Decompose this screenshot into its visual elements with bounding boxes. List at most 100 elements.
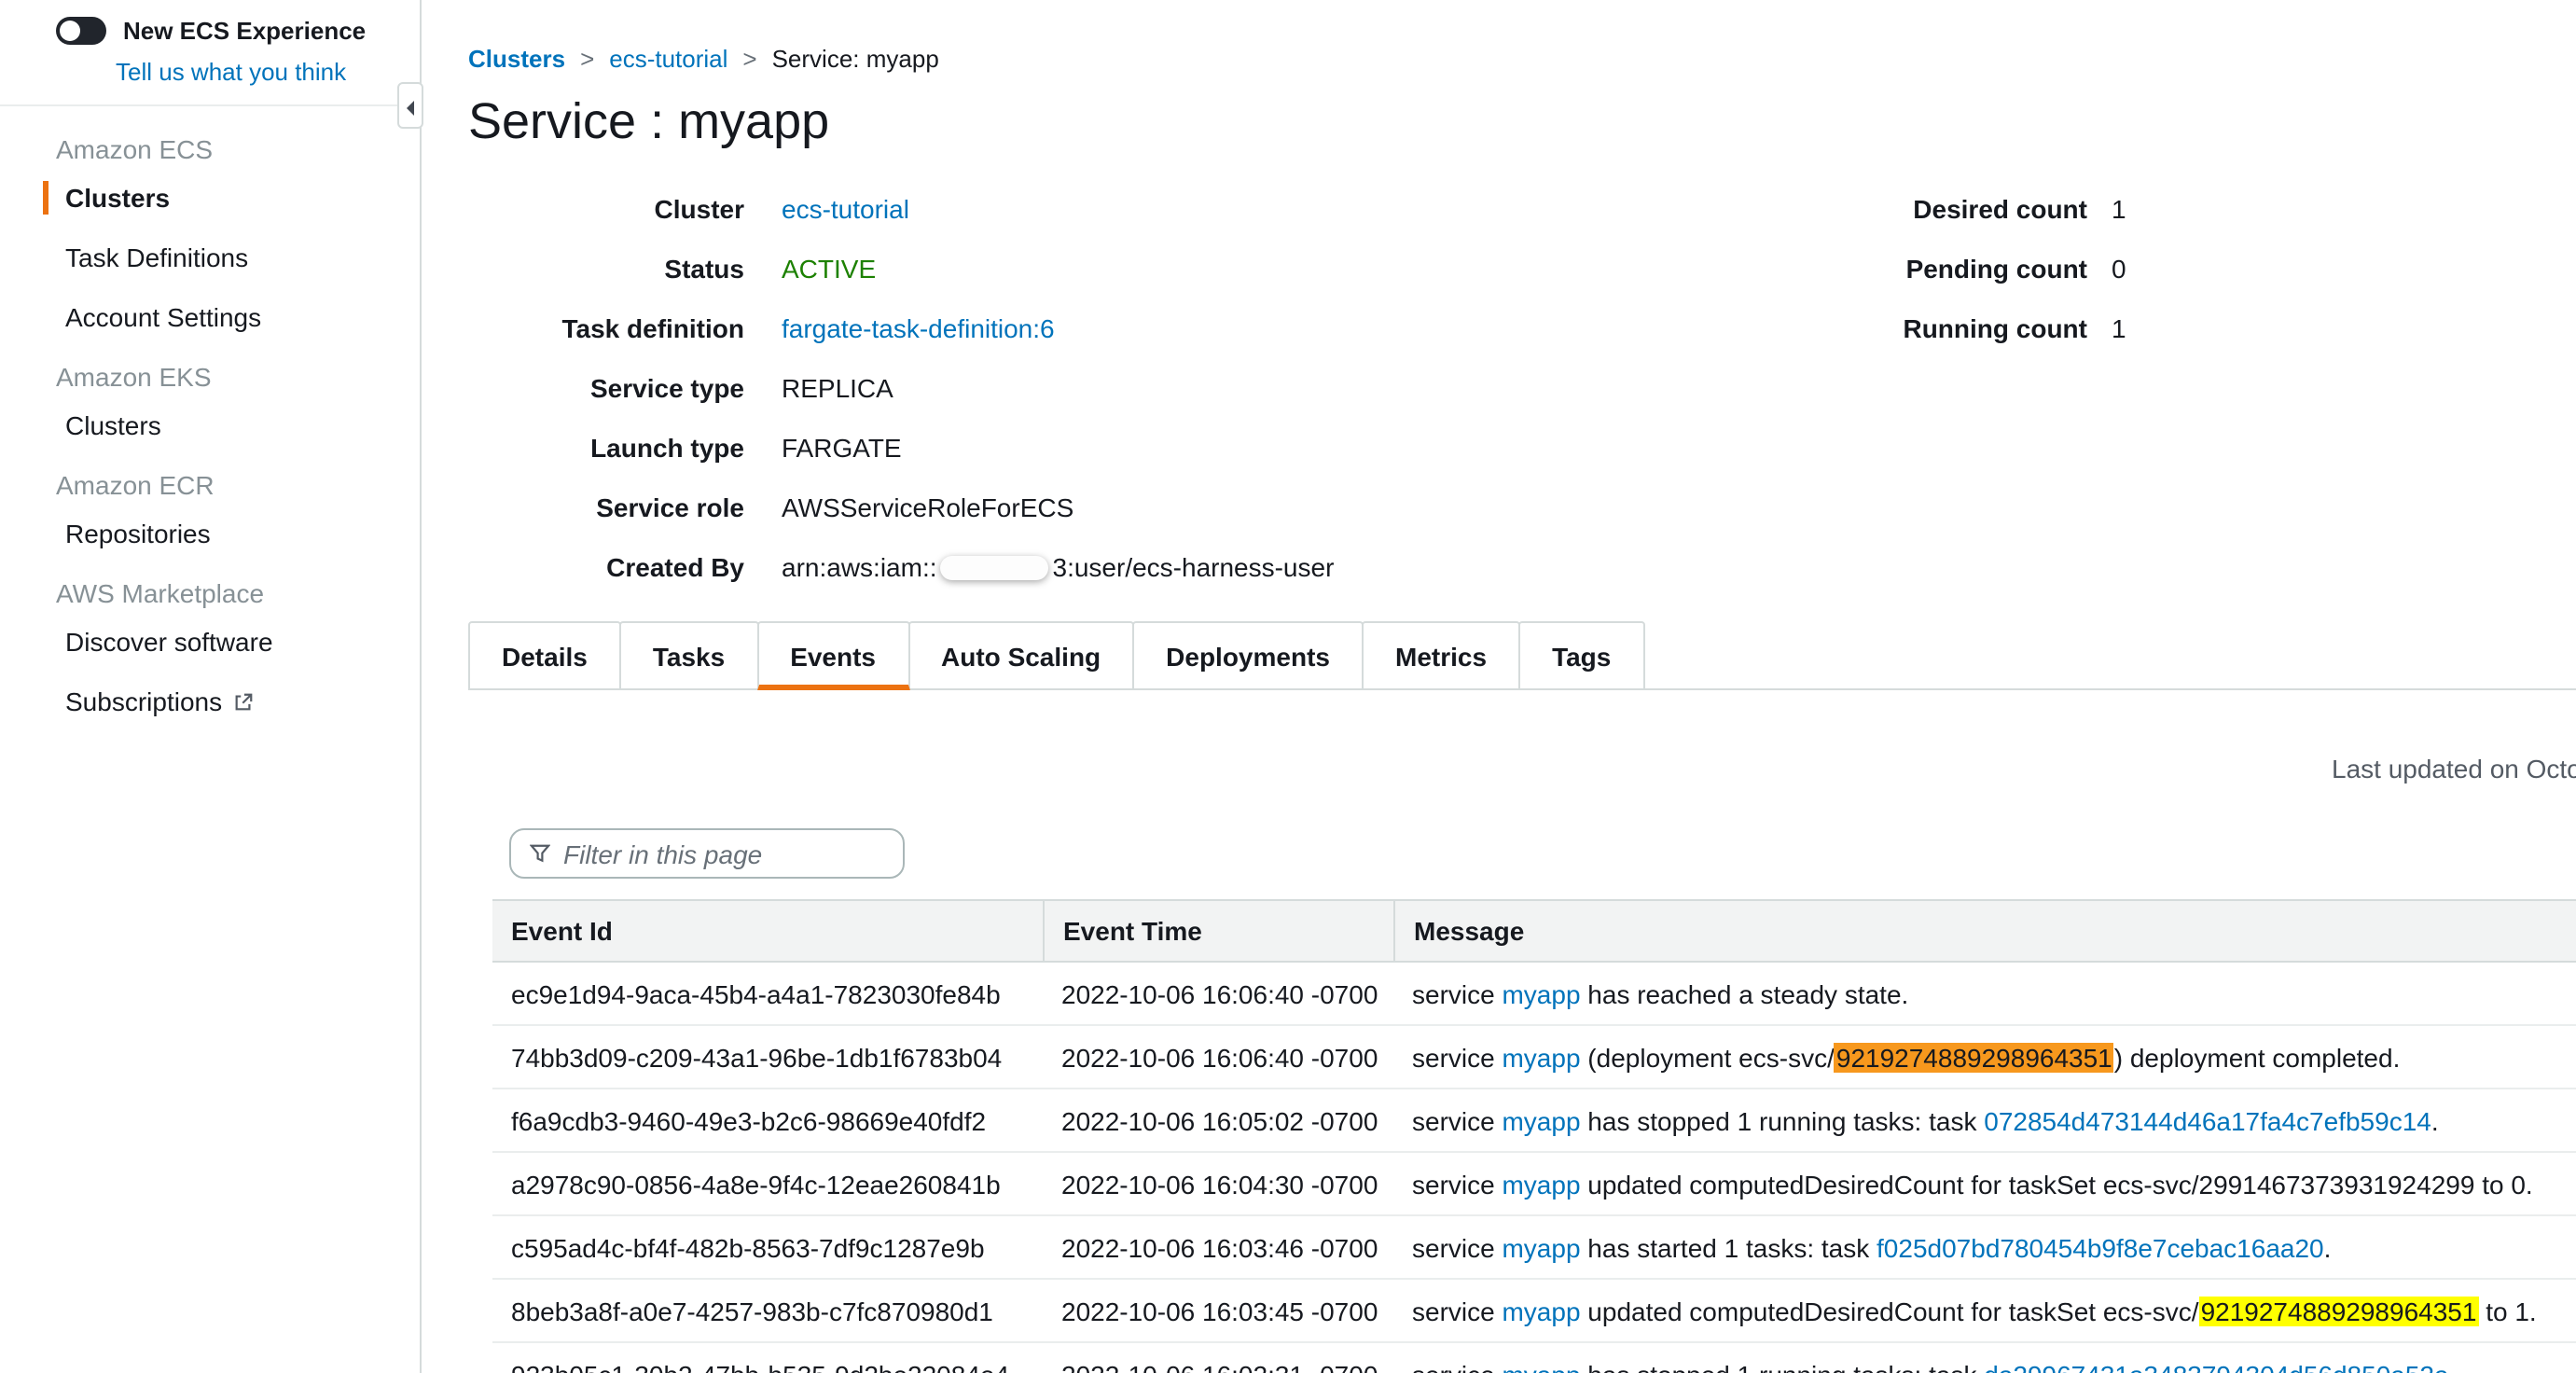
service-details-left: Cluster ecs-tutorial Status ACTIVE Task …	[468, 192, 1334, 610]
sidebar: New ECS Experience Tell us what you thin…	[0, 0, 422, 1373]
detail-label: Status	[468, 252, 744, 285]
events-table-body: ec9e1d94-9aca-45b4-a4a1-7823030fe84b 202…	[492, 963, 2576, 1373]
event-message-link[interactable]: myapp	[1502, 1106, 1580, 1136]
event-row: 923b05c1-30b2-47bb-b535-9d2be22084e4 202…	[492, 1343, 2576, 1373]
pending-count-value: 0	[2112, 252, 2126, 285]
event-id: a2978c90-0856-4a8e-9f4c-12eae260841b	[492, 1153, 1043, 1214]
ecs-console-page: New ECS Experience Tell us what you thin…	[0, 0, 2576, 1373]
sidebar-item-repositories[interactable]: Repositories	[56, 517, 420, 550]
event-message: service myapp has stopped 1 running task…	[1393, 1089, 2576, 1151]
sidebar-item-subscriptions[interactable]: Subscriptions	[56, 685, 420, 720]
status-value: ACTIVE	[782, 252, 876, 285]
collapse-arrow-icon	[405, 90, 416, 120]
tab-details[interactable]: Details	[468, 621, 621, 690]
nav-header-amazon-eks: Amazon EKS	[56, 362, 420, 392]
breadcrumb-separator: >	[580, 45, 594, 73]
filter-input[interactable]	[563, 839, 884, 868]
event-message: service myapp updated computedDesiredCou…	[1393, 1280, 2576, 1341]
event-row: 8beb3a8f-a0e7-4257-983b-c7fc870980d1 202…	[492, 1280, 2576, 1343]
sidebar-top: New ECS Experience Tell us what you thin…	[0, 0, 420, 106]
breadcrumb: Clusters>ecs-tutorial>Service: myapp	[468, 45, 939, 73]
event-message-link[interactable]: myapp	[1502, 1297, 1580, 1326]
event-message-link[interactable]: myapp	[1502, 1170, 1580, 1200]
sidebar-item-clusters-ecs[interactable]: Clusters	[43, 181, 420, 215]
tab-events[interactable]: Events	[756, 621, 909, 690]
redacted-account-id	[941, 556, 1049, 580]
tab-tasks[interactable]: Tasks	[619, 621, 758, 690]
service-type-value: REPLICA	[782, 371, 893, 405]
sidebar-item-clusters-eks[interactable]: Clusters	[56, 409, 420, 442]
detail-row-pending-count: Pending count 0	[1863, 252, 2126, 285]
cluster-link[interactable]: ecs-tutorial	[782, 192, 909, 226]
events-table-header: Event Id Event Time Message	[492, 899, 2576, 963]
event-id: 923b05c1-30b2-47bb-b535-9d2be22084e4	[492, 1343, 1043, 1373]
breadcrumb-ecs-tutorial[interactable]: ecs-tutorial	[609, 45, 727, 73]
event-message-link[interactable]: 072854d473144d46a17fa4c7efb59c14	[1984, 1106, 2431, 1136]
event-time: 2022-10-06 16:03:46 -0700	[1043, 1216, 1393, 1278]
event-message: service myapp has reached a steady state…	[1393, 963, 2576, 1024]
detail-label: Running count	[1863, 312, 2087, 345]
nav-header-amazon-ecs: Amazon ECS	[56, 134, 420, 164]
detail-label: Service role	[468, 491, 744, 524]
search-highlight: 9219274889298964351	[1835, 1043, 2114, 1073]
detail-label: Created By	[468, 550, 744, 584]
event-time: 2022-10-06 16:06:40 -0700	[1043, 963, 1393, 1024]
detail-row-service-role: Service role AWSServiceRoleForECS	[468, 491, 1334, 524]
event-id: 74bb3d09-c209-43a1-96be-1db1f6783b04	[492, 1026, 1043, 1088]
event-message-link[interactable]: da29967431a3483794304d56d850a52a	[1984, 1360, 2448, 1373]
tab-auto-scaling[interactable]: Auto Scaling	[907, 621, 1134, 690]
page-title: Service : myapp	[468, 93, 829, 151]
detail-label: Cluster	[468, 192, 744, 226]
column-header-message: Message	[1393, 901, 2576, 961]
detail-label: Task definition	[468, 312, 744, 345]
event-message: service myapp (deployment ecs-svc/921927…	[1393, 1026, 2576, 1088]
event-row: 74bb3d09-c209-43a1-96be-1db1f6783b04 202…	[492, 1026, 2576, 1089]
tab-tags[interactable]: Tags	[1518, 621, 1644, 690]
desired-count-value: 1	[2112, 192, 2126, 226]
detail-label: Pending count	[1863, 252, 2087, 285]
sidebar-collapse-button[interactable]	[397, 82, 423, 129]
service-tabs: Details Tasks Events Auto Scaling Deploy…	[468, 621, 2576, 690]
event-row: a2978c90-0856-4a8e-9f4c-12eae260841b 202…	[492, 1153, 2576, 1216]
event-time: 2022-10-06 16:03:45 -0700	[1043, 1280, 1393, 1341]
main-content: Clusters>ecs-tutorial>Service: myapp Ser…	[423, 0, 2576, 1373]
event-time: 2022-10-06 16:02:31 -0700	[1043, 1343, 1393, 1373]
event-id: f6a9cdb3-9460-49e3-b2c6-98669e40fdf2	[492, 1089, 1043, 1151]
last-updated-text: Last updated on Octob	[2332, 754, 2576, 784]
breadcrumb-clusters[interactable]: Clusters	[468, 45, 565, 73]
detail-row-launch-type: Launch type FARGATE	[468, 431, 1334, 465]
event-message-link[interactable]: myapp	[1502, 979, 1580, 1009]
detail-row-service-type: Service type REPLICA	[468, 371, 1334, 405]
toggle-knob	[60, 21, 80, 41]
sidebar-item-discover-software[interactable]: Discover software	[56, 625, 420, 659]
event-message-link[interactable]: myapp	[1502, 1233, 1580, 1263]
tab-metrics[interactable]: Metrics	[1362, 621, 1520, 690]
event-message-link[interactable]: myapp	[1502, 1360, 1580, 1373]
nav-header-aws-marketplace: AWS Marketplace	[56, 578, 420, 608]
column-header-event-time: Event Time	[1043, 901, 1393, 961]
search-highlight: 9219274889298964351	[2199, 1297, 2479, 1326]
launch-type-value: FARGATE	[782, 431, 902, 465]
detail-row-cluster: Cluster ecs-tutorial	[468, 192, 1334, 226]
detail-label: Launch type	[468, 431, 744, 465]
event-message: service myapp has started 1 tasks: task …	[1393, 1216, 2576, 1278]
feedback-link[interactable]: Tell us what you think	[116, 58, 346, 86]
detail-row-task-definition: Task definition fargate-task-definition:…	[468, 312, 1334, 345]
event-message-link[interactable]: myapp	[1502, 1043, 1580, 1073]
sidebar-item-task-definitions[interactable]: Task Definitions	[56, 241, 420, 274]
event-time: 2022-10-06 16:05:02 -0700	[1043, 1089, 1393, 1151]
created-by-value: arn:aws:iam::3:user/ecs-harness-user	[782, 550, 1334, 584]
sidebar-nav: Amazon ECS Clusters Task Definitions Acc…	[0, 134, 420, 720]
new-experience-label: New ECS Experience	[123, 17, 366, 45]
sidebar-item-account-settings[interactable]: Account Settings	[56, 300, 420, 334]
detail-row-desired-count: Desired count 1	[1863, 192, 2126, 226]
nav-header-amazon-ecr: Amazon ECR	[56, 470, 420, 500]
new-experience-toggle[interactable]	[56, 17, 106, 45]
event-row: f6a9cdb3-9460-49e3-b2c6-98669e40fdf2 202…	[492, 1089, 2576, 1153]
events-filter[interactable]	[509, 828, 905, 879]
event-id: ec9e1d94-9aca-45b4-a4a1-7823030fe84b	[492, 963, 1043, 1024]
task-definition-link[interactable]: fargate-task-definition:6	[782, 312, 1055, 345]
tab-deployments[interactable]: Deployments	[1132, 621, 1364, 690]
event-time: 2022-10-06 16:04:30 -0700	[1043, 1153, 1393, 1214]
event-message-link[interactable]: f025d07bd780454b9f8e7cebac16aa20	[1877, 1233, 2324, 1263]
